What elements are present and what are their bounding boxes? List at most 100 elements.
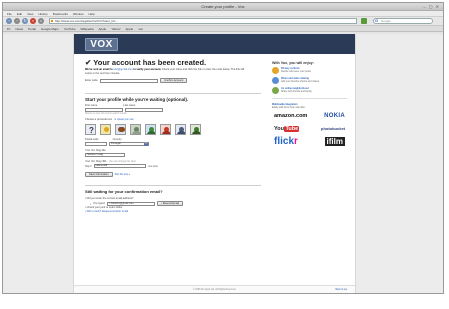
title-bar: Create your profile - Vox – ▢ ✕ [3,3,443,11]
nokia-logo[interactable]: NOKIA [324,113,345,119]
search-box[interactable]: G Google [373,18,433,24]
cactus-avatar-icon[interactable] [190,124,201,135]
bookmark-item[interactable]: Pc [7,27,11,31]
code-label: Enter code: [85,79,99,82]
ifilm-logo[interactable]: ifilm [324,137,345,146]
copyright-text: © 2006 Six Apart Ltd. All Rights Reserve… [192,289,237,291]
reload-button[interactable]: ↻ [22,18,28,24]
waiting-heading: Still waiting for your confirmation emai… [85,189,163,194]
navigation-toolbar: ‹ › ↻ × ⌂ http://www.vox.com/register/co… [3,17,443,26]
blog-url-prefix: http:// [85,164,92,168]
lock-icon [272,67,279,74]
back-button[interactable]: ‹ [6,18,12,24]
benefits-sidebar: With Vox, you will enjoy: Privacy contro… [272,61,347,148]
menu-view[interactable]: View [27,12,33,16]
feature-item: Privacy controls Decide who sees your pos… [272,67,347,74]
partner-logos: Multimedia integration Easily add items … [272,98,347,148]
first-name-input[interactable] [85,108,123,112]
feature-item: An online neighborhood Share with friends… [272,87,347,94]
bookmark-item[interactable]: Portal [28,27,36,31]
question-avatar-icon[interactable]: ? [85,124,96,135]
blog-url-input[interactable]: hashem89 [93,164,146,168]
upload-avatar-link[interactable]: or upload your own [114,119,134,121]
name-labels: First name Last name [85,104,261,107]
blog-url-row: http:// hashem89 .vox.com [85,164,261,168]
email-input[interactable]: hashem@gmail.com [107,201,156,206]
robot-avatar-icon[interactable] [130,124,141,135]
star-avatar-icon[interactable] [100,124,111,135]
forward-button[interactable]: › [14,18,20,24]
bookmark-item[interactable]: Apple [126,27,134,31]
bookmark-item[interactable]: Apple [99,27,107,31]
blog-url-label-row: Your Vox blog URL (You can change this l… [85,160,261,163]
bookmark-item[interactable]: Wikipedia [81,27,94,31]
go-button[interactable] [361,18,367,24]
feature-item: Photo and video sharing Add your favorite… [272,77,347,84]
last-name-input[interactable] [125,108,163,112]
help-list: Did you enter the correct email address?… [85,197,261,214]
window-controls[interactable]: – ▢ ✕ [423,4,440,9]
help-item[interactable]: Still no luck? Request another email [85,210,261,214]
country-label: Country [112,138,122,141]
photo-icon [272,77,279,84]
football-avatar-icon[interactable] [115,124,126,135]
confirm-account-button[interactable]: Confirm Account [160,78,188,83]
country-select[interactable]: Portugal ▾ [109,142,149,146]
bookmark-item[interactable]: YouTube [64,27,76,31]
window-title: Create your profile - Vox [201,4,245,9]
photobucket-logo[interactable]: photobucket [321,126,345,131]
amazon-logo[interactable]: amazon.com [274,113,307,119]
page-viewport: VOX ✔ Your account has been created. We'v… [3,34,443,293]
sidebar-heading: With Vox, you will enjoy: [272,61,314,65]
person-avatar-icon[interactable] [175,124,186,135]
bookmarks-bar: Pc News Portal Google Maps YouTube Wikip… [3,26,443,32]
check-icon: ✔ [85,58,92,67]
face-avatar-icon[interactable] [160,124,171,135]
page-footer: © 2006 Six Apart Ltd. All Rights Reserve… [74,285,355,293]
bookmark-item[interactable]: vox [138,27,143,31]
menu-window[interactable]: Window [73,12,84,16]
typed-email-label: You typed: [92,201,106,205]
address-bar[interactable]: http://www.vox.com/register/confirm?user… [49,18,357,24]
vox-logo[interactable]: VOX [85,38,118,51]
code-row: Enter code: Confirm Account [85,78,261,83]
search-placeholder: Google [381,19,391,23]
site-header: VOX [74,34,355,54]
name-hint: Shown on your Vox and in search results [85,113,127,115]
google-icon: G [375,18,379,23]
blog-title-input[interactable]: hashem's blog [85,153,125,157]
youtube-logo[interactable]: You Tube [274,125,300,132]
menu-history[interactable]: History [38,12,47,16]
avatar-label-row: Choose a personal icon or upload your ow… [85,118,261,121]
save-information-button[interactable]: Save Information [85,172,113,177]
back-to-top-link[interactable]: Back to top [336,286,348,293]
blog-url-hint: (You can change this later) [108,160,137,163]
menu-help[interactable]: Help [89,12,95,16]
bookmark-item[interactable]: News [16,27,24,31]
favicon-icon [51,20,53,22]
blog-title-label: Your Vox blog title [85,149,106,152]
avatar-label: Choose a personal icon [85,118,113,121]
resend-email-button[interactable]: Resend Email [157,201,183,206]
menu-edit[interactable]: Edit [17,12,22,16]
vox-page: VOX ✔ Your account has been created. We'v… [73,34,356,293]
confirmation-code-input[interactable] [100,78,159,83]
stop-button[interactable]: × [30,18,36,24]
menu-bookmarks[interactable]: Bookmarks [53,12,68,16]
bookmark-item[interactable]: Yahoo! [111,27,120,31]
confirmation-text: We've sent an email to ivan@gmail.com to… [85,68,245,75]
home-button[interactable]: ⌂ [38,18,44,24]
menu-file[interactable]: File [7,12,12,16]
partner-row: You Tube photobucket [272,122,347,135]
bookmark-item[interactable]: Google Maps [41,27,59,31]
flickr-logo[interactable]: flickr [274,136,298,147]
location-labels: Postal code Country [85,138,261,141]
partner-row: amazon.com NOKIA [272,109,347,122]
postal-code-input[interactable] [85,142,107,146]
browser-window: Create your profile - Vox – ▢ ✕ File Edi… [2,2,444,294]
page-title: ✔ Your account has been created. [85,58,207,67]
avatar-picker: ? [85,124,261,135]
skip-step-link[interactable]: Skip this step » [115,174,131,176]
partner-row: flickr ifilm [272,135,347,148]
monster-avatar-icon[interactable] [145,124,156,135]
